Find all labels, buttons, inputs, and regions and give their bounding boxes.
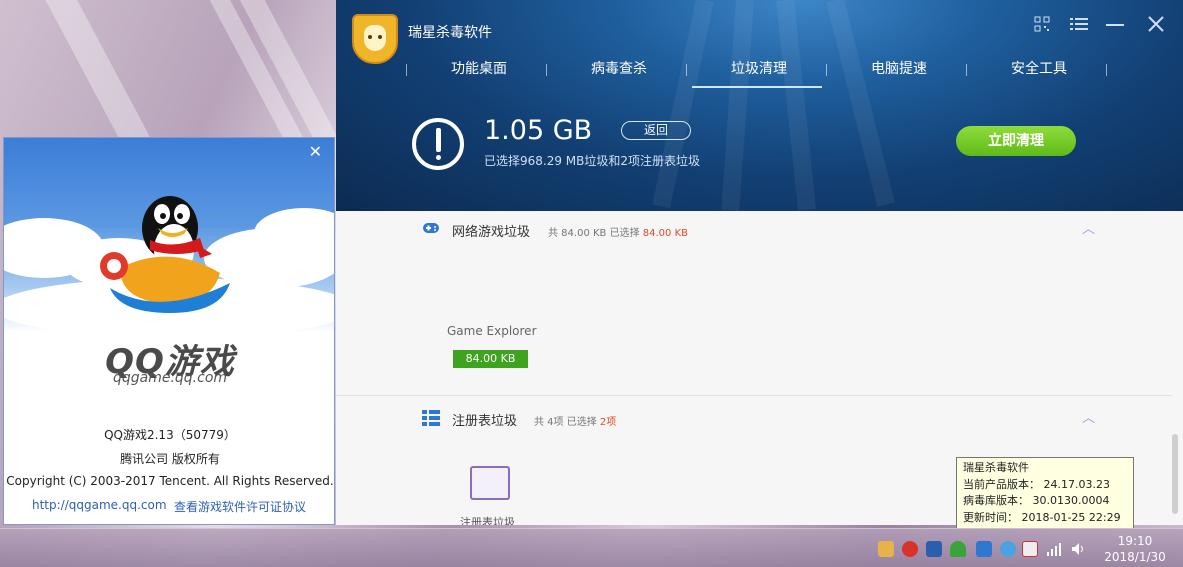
network-globe-icon[interactable] bbox=[1000, 541, 1016, 557]
qq-banner bbox=[4, 138, 334, 338]
section-registry-junk[interactable]: 注册表垃圾 共 4项 已选择 2项 ︿ bbox=[336, 403, 1176, 433]
junk-size: 1.05 GB bbox=[484, 115, 593, 146]
nav-separator bbox=[826, 64, 827, 76]
tooltip-line: 病毒库版本： 30.0130.0004 bbox=[963, 494, 1110, 507]
light-ray bbox=[826, 0, 895, 207]
section-meta: 共 84.00 KB 已选择 84.00 KB bbox=[548, 224, 688, 239]
signal-icon[interactable] bbox=[1046, 541, 1062, 557]
gamepad-icon bbox=[423, 223, 439, 233]
list-grid-icon bbox=[422, 410, 440, 426]
tab-junk-clean[interactable]: 垃圾清理 bbox=[694, 58, 824, 88]
copyright-text: Copyright (C) 2003-2017 Tencent. All Rig… bbox=[6, 474, 334, 488]
system-clock[interactable]: 19:10 2018/1/30 bbox=[1090, 533, 1180, 565]
section-meta-prefix: 共 4项 已选择 bbox=[534, 417, 600, 428]
section-meta: 共 4项 已选择 2项 bbox=[534, 413, 616, 428]
main-nav: 功能桌面 病毒查杀 垃圾清理 电脑提速 安全工具 bbox=[406, 58, 1176, 88]
security-tray-icon[interactable] bbox=[902, 541, 918, 557]
taskbar: 19:10 2018/1/30 bbox=[0, 528, 1183, 567]
active-tab-indicator bbox=[692, 86, 822, 88]
nav-separator bbox=[966, 64, 967, 76]
qq-penguin-icon bbox=[100, 196, 230, 313]
collapse-chevron-icon[interactable]: ︿ bbox=[1082, 218, 1095, 237]
power-icon bbox=[412, 118, 464, 170]
scrollbar[interactable] bbox=[1172, 434, 1178, 514]
nav-separator bbox=[686, 64, 687, 76]
clean-now-button[interactable]: 立即清理 bbox=[956, 126, 1076, 156]
clock-time: 19:10 bbox=[1117, 534, 1153, 548]
nav-separator bbox=[1106, 64, 1107, 76]
lion-eye bbox=[378, 35, 382, 39]
av-header: 瑞星杀毒软件 功能桌面 病毒查杀 垃圾清理 电脑提速 安全工具 1.05 GB … bbox=[336, 0, 1183, 211]
section-title: 网络游戏垃圾 bbox=[452, 225, 531, 240]
item-size-badge[interactable]: 84.00 KB bbox=[453, 350, 528, 368]
qr-code-icon[interactable] bbox=[1034, 16, 1050, 32]
rising-lion-logo-icon bbox=[352, 14, 398, 64]
close-icon[interactable]: ✕ bbox=[309, 142, 322, 161]
app-title: 瑞星杀毒软件 bbox=[408, 25, 492, 41]
umbrella-tray-icon[interactable] bbox=[950, 541, 966, 557]
light-ray bbox=[776, 0, 817, 211]
company-text: 腾讯公司 版权所有 bbox=[120, 452, 220, 466]
volume-icon[interactable] bbox=[1070, 541, 1086, 557]
qq-tray-icon[interactable] bbox=[878, 541, 894, 557]
section-title: 注册表垃圾 bbox=[452, 414, 518, 429]
tab-pc-speedup[interactable]: 电脑提速 bbox=[834, 58, 964, 88]
section-meta-prefix: 共 84.00 KB 已选择 bbox=[548, 228, 643, 239]
clock-date: 2018/1/30 bbox=[1104, 550, 1166, 564]
power-icon-bar bbox=[436, 128, 441, 152]
section-meta-selected: 84.00 KB bbox=[642, 228, 688, 239]
tab-function-desktop[interactable]: 功能桌面 bbox=[414, 58, 544, 88]
collapse-chevron-icon[interactable]: ︿ bbox=[1082, 407, 1095, 426]
qq-domain-text: qqgame.qq.com bbox=[112, 370, 228, 386]
version-text: QQ游戏2.13（50779） bbox=[104, 428, 236, 442]
light-ray bbox=[721, 0, 754, 211]
tab-virus-scan[interactable]: 病毒查杀 bbox=[554, 58, 684, 88]
item-label: Game Explorer bbox=[447, 324, 537, 338]
item-label: 注册表垃圾 bbox=[460, 516, 515, 525]
menu-icon[interactable] bbox=[1070, 16, 1088, 32]
close-icon[interactable] bbox=[1148, 16, 1164, 32]
license-agreement-link[interactable]: 查看游戏软件许可证协议 bbox=[174, 498, 306, 515]
tooltip-line: 当前产品版本： 24.17.03.23 bbox=[963, 477, 1110, 491]
back-button[interactable]: 返回 bbox=[621, 121, 691, 140]
minimize-icon[interactable] bbox=[1106, 16, 1124, 32]
light-ray bbox=[652, 0, 714, 209]
selection-summary: 已选择968.29 MB垃圾和2项注册表垃圾 bbox=[484, 154, 701, 168]
rising-tray-icon[interactable] bbox=[976, 541, 992, 557]
registry-icon[interactable] bbox=[470, 466, 510, 500]
power-icon-dot bbox=[436, 155, 441, 160]
flag-error-icon[interactable] bbox=[1022, 541, 1038, 557]
download-tray-icon[interactable] bbox=[926, 541, 942, 557]
lion-eye bbox=[368, 35, 372, 39]
section-network-game-junk[interactable]: 网络游戏垃圾 共 84.00 KB 已选择 84.00 KB ︿ bbox=[336, 214, 1176, 244]
tooltip-line: 瑞星杀毒软件 bbox=[963, 461, 1029, 474]
nav-separator bbox=[546, 64, 547, 76]
nav-separator bbox=[406, 64, 407, 76]
tab-security-tools[interactable]: 安全工具 bbox=[974, 58, 1104, 88]
qq-about-window: ✕ QQ游戏 qqgame.qq.com QQ游戏2.13（50779） 腾讯公… bbox=[3, 137, 335, 525]
lion-face bbox=[364, 25, 386, 51]
tray-tooltip: 瑞星杀毒软件 当前产品版本： 24.17.03.23 病毒库版本： 30.013… bbox=[956, 457, 1134, 529]
section-divider bbox=[336, 395, 1172, 396]
tooltip-line: 更新时间： 2018-01-25 22:29 bbox=[963, 510, 1121, 524]
antivirus-window: 瑞星杀毒软件 功能桌面 病毒查杀 垃圾清理 电脑提速 安全工具 1.05 GB … bbox=[336, 0, 1183, 525]
qqgame-url-link[interactable]: http://qqgame.qq.com bbox=[32, 498, 167, 512]
section-meta-suffix: 项 bbox=[606, 417, 617, 428]
